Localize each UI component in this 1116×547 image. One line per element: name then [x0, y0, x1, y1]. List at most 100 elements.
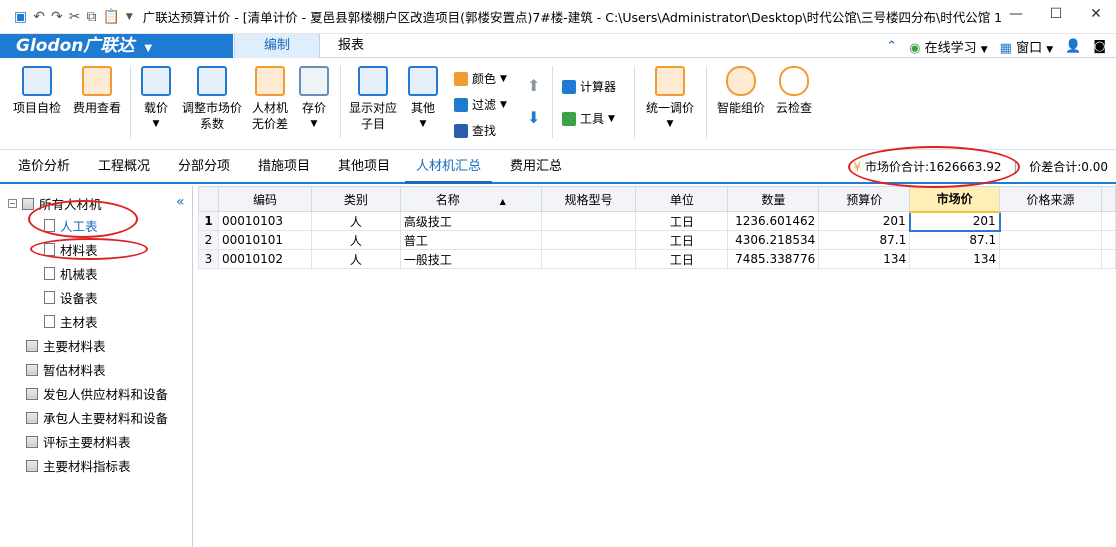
calculator-button[interactable]: 计算器	[562, 78, 616, 95]
row-number: 3	[198, 249, 219, 269]
collapse-ribbon-icon[interactable]: ⌃	[886, 39, 897, 54]
code-cell[interactable]: 00010103	[217, 211, 312, 231]
col-unit[interactable]: 单位	[635, 186, 729, 212]
table-row[interactable]: 2 00010101 人 普工 工日 4306.218534 87.1 87.1	[198, 230, 1116, 250]
price-source-cell[interactable]	[999, 211, 1102, 231]
col-market-price[interactable]: 市场价	[909, 186, 1001, 213]
quantity-cell[interactable]: 7485.338776	[727, 249, 820, 269]
minimize-button[interactable]: —	[996, 0, 1036, 28]
cut-icon[interactable]: ✂	[69, 10, 81, 24]
color-button[interactable]: 颜色 ▼	[454, 70, 507, 87]
show-subitems-button[interactable]: 显示对应子目	[346, 66, 400, 132]
tab-subitems[interactable]: 分部分项	[178, 150, 230, 184]
magnifier-icon	[82, 66, 112, 96]
tools-button[interactable]: 工具 ▼	[562, 110, 615, 127]
cloud-check-button[interactable]: 云检查	[772, 66, 816, 116]
cost-view-button[interactable]: 费用查看	[70, 66, 124, 116]
collapse-left-icon[interactable]: «	[176, 194, 185, 210]
market-price-cell[interactable]: 87.1	[909, 230, 1001, 250]
find-button[interactable]: 查找	[454, 122, 496, 139]
tree-item-employer-supplied[interactable]: 发包人供应材料和设备	[26, 384, 168, 403]
budget-price-cell[interactable]: 134	[818, 249, 911, 269]
move-up-button[interactable]: ⬆	[527, 76, 540, 95]
unit-cell[interactable]: 工日	[635, 211, 729, 231]
move-down-button[interactable]: ⬇	[527, 108, 540, 127]
paste-icon[interactable]: 📋	[102, 10, 119, 24]
expander-icon[interactable]: −	[8, 199, 17, 208]
table-row[interactable]: 1 00010103 人 高级技工 工日 1236.601462 201 201	[198, 210, 1116, 232]
name-cell[interactable]: 高级技工	[399, 211, 542, 231]
window-menu[interactable]: ▦ 窗口 ▼	[1000, 37, 1054, 56]
tab-measures[interactable]: 措施项目	[258, 150, 310, 184]
user-icon[interactable]: 👤	[1065, 39, 1081, 54]
unified-price-button[interactable]: 统一调价 ▼	[642, 66, 698, 132]
name-cell[interactable]: 普工	[399, 230, 542, 250]
save-icon[interactable]: ▣	[14, 10, 27, 24]
spec-cell[interactable]	[540, 249, 637, 269]
tree-item-bid-materials[interactable]: 评标主要材料表	[26, 432, 131, 451]
col-quantity[interactable]: 数量	[727, 186, 820, 212]
type-cell[interactable]: 人	[310, 211, 401, 231]
type-cell[interactable]: 人	[310, 249, 401, 269]
unit-cell[interactable]: 工日	[635, 249, 729, 269]
tab-other-items[interactable]: 其他项目	[338, 150, 390, 184]
load-price-button[interactable]: 载价 ▼	[136, 66, 176, 132]
tab-project-overview[interactable]: 工程概况	[98, 150, 150, 184]
online-learning-button[interactable]: ◉ 在线学习 ▼	[909, 37, 988, 56]
undo-icon[interactable]: ↶	[33, 10, 45, 24]
tab-cost-summary[interactable]: 费用汇总	[510, 150, 562, 184]
col-name[interactable]: 名称 ▲	[399, 186, 542, 212]
qa-dropdown-icon[interactable]: ▼	[126, 10, 133, 24]
price-source-cell[interactable]	[999, 249, 1102, 269]
tree-item-material-index[interactable]: 主要材料指标表	[26, 456, 131, 475]
market-price-cell[interactable]: 201	[908, 210, 1001, 232]
unit-cell[interactable]: 工日	[635, 230, 729, 250]
type-cell[interactable]: 人	[310, 230, 401, 250]
market-price-cell[interactable]: 134	[909, 249, 1001, 269]
spec-cell[interactable]	[540, 211, 637, 231]
spec-cell[interactable]	[540, 230, 637, 250]
tree-item-contractor-major[interactable]: 承包人主要材料和设备	[26, 408, 168, 427]
unified-price-label: 统一调价	[645, 101, 694, 115]
filter-button[interactable]: 过滤 ▼	[454, 96, 507, 113]
budget-price-cell[interactable]: 87.1	[818, 230, 911, 250]
code-cell[interactable]: 00010101	[217, 230, 312, 250]
tab-cost-analysis[interactable]: 造价分析	[18, 150, 70, 184]
other-button[interactable]: 其他 ▼	[404, 66, 442, 132]
redo-icon[interactable]: ↷	[51, 10, 63, 24]
tree-item-equipment[interactable]: 设备表	[44, 288, 98, 307]
name-cell[interactable]: 一般技工	[399, 249, 542, 269]
col-budget-price[interactable]: 预算价	[818, 186, 911, 212]
calculator-label: 计算器	[580, 80, 617, 94]
save-price-button[interactable]: 存价 ▼	[296, 66, 332, 132]
tree-item-label: 暂估材料表	[43, 363, 106, 378]
tree-item-main-material[interactable]: 主材表	[44, 312, 98, 331]
tab-report[interactable]: 报表	[338, 34, 364, 58]
adjust-market-price-button[interactable]: 调整市场价系数	[180, 66, 244, 132]
table-row[interactable]: 3 00010102 人 一般技工 工日 7485.338776 134 134	[198, 249, 1116, 269]
close-button[interactable]: ✕	[1076, 0, 1116, 28]
code-cell[interactable]: 00010102	[217, 249, 312, 269]
quantity-cell[interactable]: 4306.218534	[727, 230, 820, 250]
copy-icon[interactable]: ⧉	[86, 10, 96, 24]
col-code[interactable]: 编码	[217, 186, 312, 212]
smart-pricing-button[interactable]: 智能组价	[714, 66, 768, 116]
col-price-source[interactable]: 价格来源	[999, 186, 1102, 212]
no-price-diff-button[interactable]: 人材机无价差	[248, 66, 292, 132]
grid-icon	[408, 66, 438, 96]
tree-item-major-materials[interactable]: 主要材料表	[26, 336, 106, 355]
maximize-button[interactable]: ☐	[1036, 0, 1076, 28]
quantity-cell[interactable]: 1236.601462	[727, 211, 820, 231]
project-check-button[interactable]: 项目自检	[12, 66, 62, 116]
tab-labor-material-machine[interactable]: 人材机汇总	[405, 150, 493, 184]
col-spec[interactable]: 规格型号	[540, 186, 637, 212]
tree-item-machine[interactable]: 机械表	[44, 264, 98, 283]
tree-item-estimated-materials[interactable]: 暂估材料表	[26, 360, 106, 379]
app-menu-button[interactable]: Glodon广联达 ▼	[0, 34, 233, 58]
robot-icon[interactable]: ◙	[1093, 39, 1106, 54]
col-type[interactable]: 类别	[310, 186, 401, 212]
document-icon	[44, 315, 55, 328]
budget-price-cell[interactable]: 201	[818, 211, 911, 231]
price-source-cell[interactable]	[999, 230, 1102, 250]
tab-edit[interactable]: 编制	[234, 34, 320, 58]
